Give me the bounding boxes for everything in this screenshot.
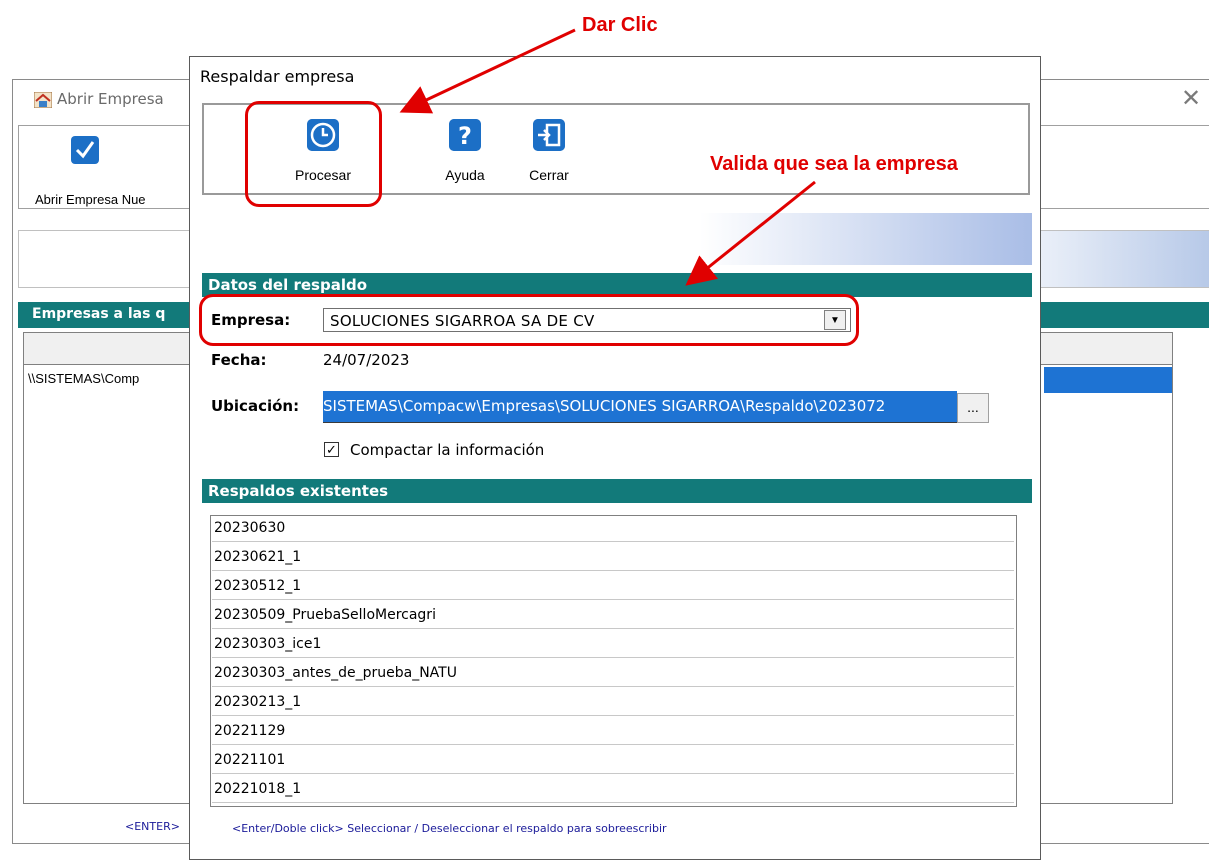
list-item-label: 20230621_1 [214,549,302,565]
list-item-label: 20230509_PruebaSelloMercagri [214,607,436,623]
respaldos-list[interactable]: 20230630 20230621_1 20230512_1 20230509_… [210,515,1017,807]
list-item-label: 20221101 [214,752,286,768]
list-item[interactable]: 20221018_1 [212,777,1014,803]
row-path: \\SISTEMAS\Comp [28,371,140,386]
home-icon [34,92,52,108]
close-icon[interactable]: ✕ [1181,84,1201,112]
list-item[interactable]: 20221129 [212,719,1014,745]
banner [202,213,1032,265]
datos-section-title: Datos del respaldo [208,276,368,294]
ubicacion-value: SISTEMAS\Compacw\Empresas\SOLUCIONES SIG… [323,397,886,415]
list-item-label: 20230213_1 [214,694,302,710]
respaldos-section-header: Respaldos existentes [202,479,1032,503]
list-item[interactable]: 20230630 [212,516,1014,542]
fecha-field[interactable]: 24/07/2023 [323,347,473,373]
toolbar-edge [1033,125,1209,209]
status-hint: <ENTER> [125,820,180,833]
help-icon: ? [449,119,481,151]
valida-annotation: Valida que sea la empresa [710,153,958,175]
ubicacion-label: Ubicación: [211,397,300,415]
list-item-label: 20230303_antes_de_prueba_NATU [214,665,457,681]
ayuda-button[interactable]: ? Ayuda [430,105,500,193]
list-item-label: 20230512_1 [214,578,302,594]
ayuda-label: Ayuda [445,167,485,183]
list-item[interactable]: 20230213_1 [212,690,1014,716]
list-item[interactable]: 20230621_1 [212,545,1014,571]
ubicacion-input[interactable]: SISTEMAS\Compacw\Empresas\SOLUCIONES SIG… [323,391,957,423]
status-hint: <Enter/Doble click> Seleccionar / Desele… [232,822,667,835]
list-item[interactable]: 20230509_PruebaSelloMercagri [212,603,1014,629]
window-title: Abrir Empresa [57,90,164,108]
compactar-checkbox[interactable]: ✓ [324,442,339,457]
abrir-empresa-button[interactable]: Abrir Empresa Nue [35,192,146,207]
empresa-callout [199,294,859,346]
list-item-label: 20221129 [214,723,286,739]
exit-icon [533,119,565,151]
list-item[interactable]: 20230512_1 [212,574,1014,600]
svg-text:?: ? [458,122,472,150]
row-selection [1044,367,1172,393]
dialog-title: Respaldar empresa [200,67,355,86]
cerrar-button[interactable]: Cerrar [514,105,584,193]
browse-button[interactable]: ... [957,393,989,423]
dar-clic-annotation: Dar Clic [582,14,658,36]
fecha-value: 24/07/2023 [323,351,410,369]
compactar-label: Compactar la información [350,441,545,459]
list-item[interactable]: 20230303_antes_de_prueba_NATU [212,661,1014,687]
toolbar: Abrir Empresa Nue [18,125,198,209]
list-item[interactable]: 20230303_ice1 [212,632,1014,658]
cerrar-label: Cerrar [529,167,569,183]
respaldos-section-title: Respaldos existentes [208,482,389,500]
section-title: Empresas a las q [32,306,166,322]
list-item[interactable]: 20221101 [212,748,1014,774]
list-item-label: 20230630 [214,520,286,536]
list-item-label: 20230303_ice1 [214,636,322,652]
procesar-callout [245,101,382,207]
checkmark-icon [71,136,99,164]
fecha-label: Fecha: [211,351,267,369]
list-item-label: 20221018_1 [214,781,302,797]
